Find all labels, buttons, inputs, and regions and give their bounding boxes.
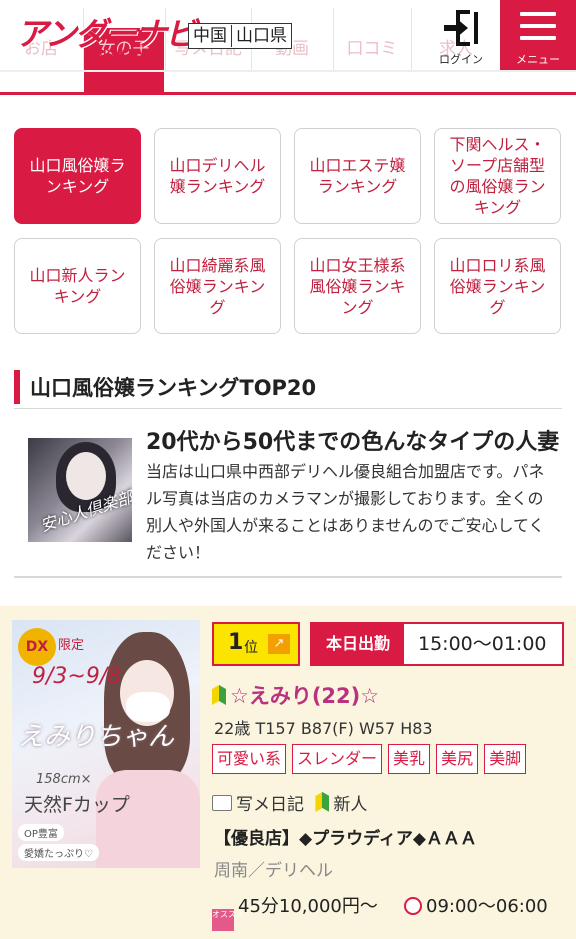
hamburger-icon [520, 36, 556, 40]
tab-reviews[interactable]: 口コミ [334, 28, 410, 70]
osusume-icon: オススメ [212, 909, 244, 931]
login-icon [444, 10, 480, 46]
beginner-mark-icon [212, 685, 226, 705]
tag-cute: 可愛い系 [212, 744, 287, 774]
rank-up-icon: ↗ [268, 634, 290, 654]
cast-photo[interactable]: DX 限定 9/3~9/8 えみりちゃん 158cm× 天然Fカップ OP豊富 … [12, 620, 200, 868]
rank-suffix: 位 [244, 640, 258, 656]
hours-text: 09:00～06:00 [426, 896, 548, 917]
region-prefecture: 山口県 [236, 26, 287, 46]
cast-name[interactable]: ☆えみり(22)☆ [212, 680, 379, 710]
category-deliheal-ranking[interactable]: 山口デリヘル嬢ランキング [154, 128, 281, 224]
menu-label: メニュー [516, 53, 560, 66]
header-accent-line [0, 92, 576, 95]
photo-diary-label: 写メ日記 [236, 795, 304, 815]
login-button[interactable]: ログイン [430, 6, 492, 66]
site-logo[interactable]: アンダーナビ UNDER NAVI [16, 14, 197, 57]
photo-op-tag: OP豊富 [18, 824, 64, 841]
tag-hips: 美尻 [436, 744, 479, 774]
cast-price: オススメ45分10,000円～ [212, 892, 378, 931]
rank-badge: 1 位 ↗ [212, 622, 300, 666]
tag-breasts: 美乳 [388, 744, 431, 774]
category-loli-ranking[interactable]: 山口ロリ系風俗嬢ランキング [434, 238, 561, 334]
rank-number: 1 [228, 630, 244, 655]
cast-features: 写メ日記 新人 [212, 790, 367, 815]
section-heading: 山口風俗嬢ランキングTOP20 [14, 370, 562, 409]
login-label: ログイン [439, 53, 483, 66]
cast-name-text: ☆えみり(22)☆ [230, 684, 380, 708]
dx-badge: DX [18, 628, 56, 666]
photo-love-tag: 愛嬌たっぷり♡ [18, 844, 99, 861]
cast-hours: 09:00～06:00 [404, 892, 548, 918]
dx-date-range: 9/3~9/8 [32, 664, 122, 689]
cast-shop-name[interactable]: 【優良店】◆プラウディア◆ＡＡＡ [214, 824, 564, 850]
shop-banner-image[interactable]: 安心人倶楽部 [28, 438, 132, 542]
category-beauty-ranking[interactable]: 山口綺麗系風俗嬢ランキング [154, 238, 281, 334]
photo-dress [96, 770, 200, 868]
dx-limited-text: 限定 [58, 638, 85, 653]
active-tab-indicator [84, 72, 164, 92]
shift-info: 本日出勤 15:00～01:00 [310, 622, 564, 666]
price-text: 45分10,000円～ [238, 896, 378, 917]
section-title: 山口風俗嬢ランキングTOP20 [30, 376, 317, 400]
clock-icon [404, 897, 422, 915]
newcomer-icon [315, 792, 330, 812]
tab-divider [411, 8, 412, 70]
cast-area: 周南／デリヘル [214, 861, 333, 881]
category-queen-ranking[interactable]: 山口女王様系風俗嬢ランキング [294, 238, 421, 334]
shift-time: 15:00～01:00 [418, 633, 547, 655]
shift-label: 本日出勤 [312, 624, 404, 664]
hamburger-icon [520, 12, 556, 16]
menu-button[interactable]: メニュー [500, 0, 576, 70]
section-accent-bar [14, 370, 20, 404]
tag-legs: 美脚 [484, 744, 527, 774]
photo-height: 158cm× [36, 772, 92, 787]
shop-headline[interactable]: 20代から50代までの色んなタイプの人妻 [146, 424, 562, 456]
logo-subtext: UNDER NAVI [88, 48, 154, 57]
cast-spec: 22歳 T157 B87(F) W57 H83 [214, 719, 433, 738]
cast-tags: 可愛い系 スレンダー 美乳 美尻 美脚 [212, 744, 564, 774]
site-header: お店 女の子 写メ日記 動画 口コミ 求人 アンダーナビ UNDER NAVI … [0, 0, 576, 95]
category-esthe-ranking[interactable]: 山口エステ嬢ランキング [294, 128, 421, 224]
content-divider [14, 576, 562, 578]
photo-name-script: えみりちゃん [18, 722, 175, 752]
photo-diary-icon [212, 795, 232, 811]
tag-slender: スレンダー [292, 744, 383, 774]
shop-description: 当店は山口県中西部デリヘル優良組合加盟店です。パネル写真は当店のカメラマンが撮影… [146, 462, 545, 562]
category-yamaguchi-ranking[interactable]: 山口風俗嬢ランキング [14, 128, 141, 224]
region-area: 中国 [193, 26, 227, 46]
region-selector[interactable]: 中国 山口県 [188, 23, 292, 49]
category-newcomer-ranking[interactable]: 山口新人ランキング [14, 238, 141, 334]
hamburger-icon [520, 24, 556, 28]
newcomer-label: 新人 [333, 795, 368, 815]
category-shimonoseki-ranking[interactable]: 下関ヘルス・ソープ店舗型の風俗嬢ランキング [434, 128, 561, 224]
tab-divider [333, 8, 334, 70]
photo-cup: 天然Fカップ [24, 794, 130, 816]
